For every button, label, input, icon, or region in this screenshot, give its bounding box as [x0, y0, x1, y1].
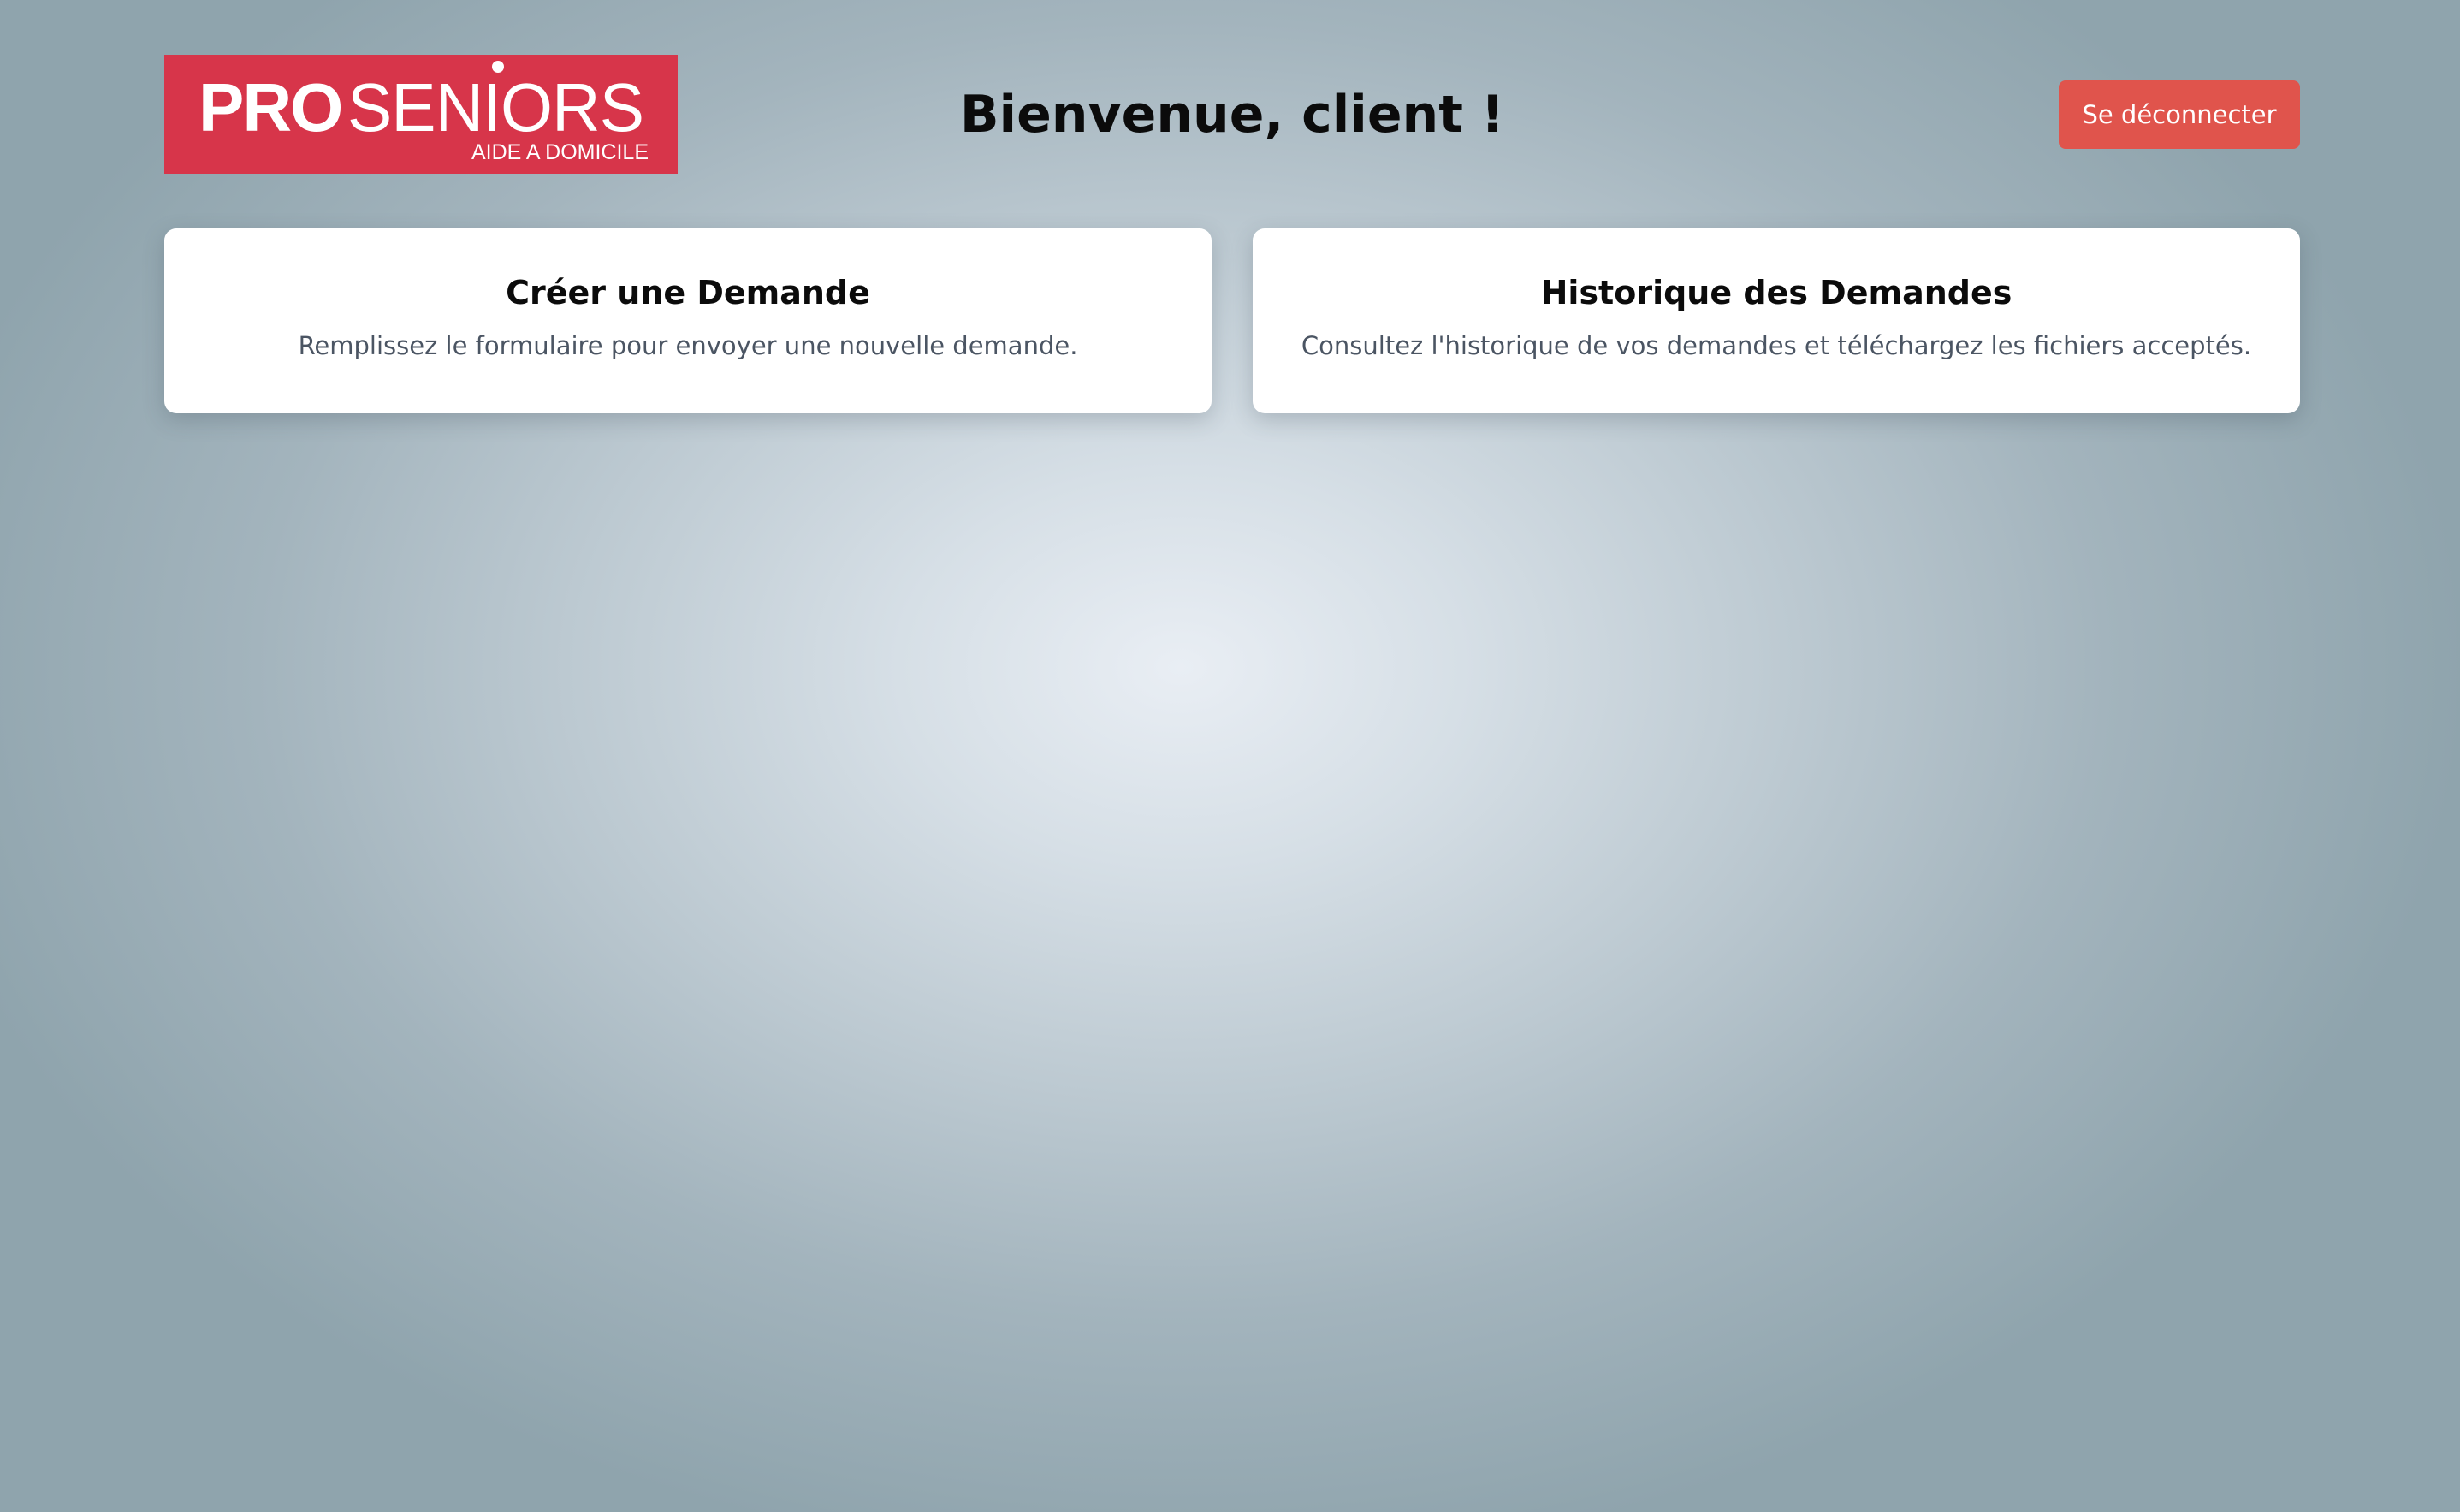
card-description: Consultez l'historique de vos demandes e… — [1301, 331, 2252, 360]
logo-dot-icon — [492, 61, 504, 73]
logout-button[interactable]: Se déconnecter — [2059, 80, 2300, 149]
request-history-card[interactable]: Historique des Demandes Consultez l'hist… — [1253, 228, 2300, 413]
card-title: Historique des Demandes — [1540, 274, 2012, 311]
logo-tagline: AIDE A DOMICILE — [471, 140, 649, 164]
dashboard-cards: Créer une Demande Remplissez le formulai… — [164, 228, 2300, 413]
card-title: Créer une Demande — [506, 274, 870, 311]
logo-graphic: PRO SENIORS AIDE A DOMICILE — [199, 61, 649, 164]
logo-brand-bold: PRO — [199, 69, 341, 145]
create-request-card[interactable]: Créer une Demande Remplissez le formulai… — [164, 228, 1212, 413]
proseniors-logo: PRO SENIORS AIDE A DOMICILE — [164, 55, 678, 174]
header: PRO SENIORS AIDE A DOMICILE Bienvenue, c… — [164, 55, 2300, 175]
logo-brand-light: SENIORS — [347, 69, 643, 145]
card-description: Remplissez le formulaire pour envoyer un… — [298, 331, 1078, 360]
